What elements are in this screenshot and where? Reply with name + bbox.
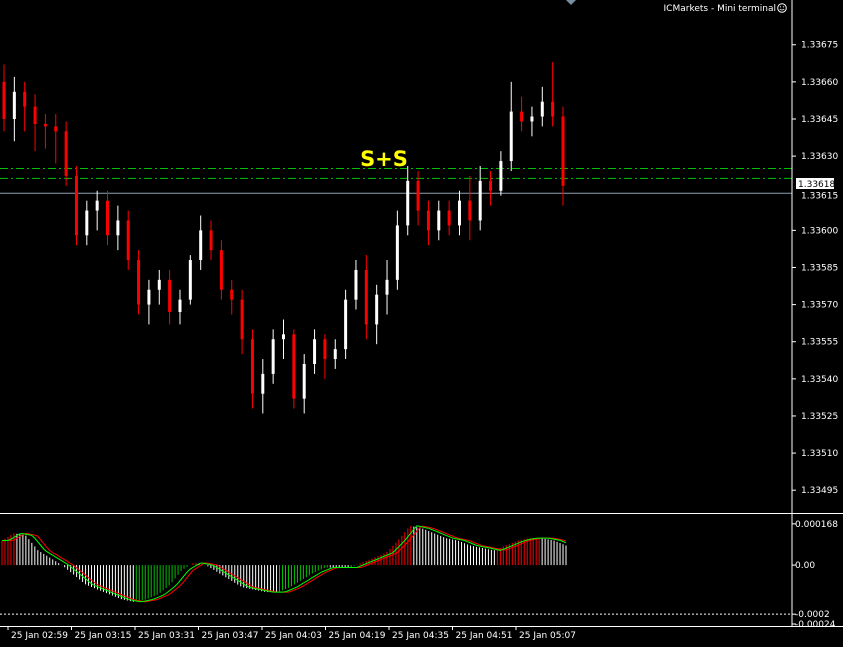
osc-y-tick-label: -0.00024: [795, 620, 836, 630]
candle[interactable]: [12, 76, 16, 142]
x-tick-label: 25 Jan 04:51: [456, 631, 513, 641]
smiley-icon[interactable]: [777, 3, 787, 13]
oscillator-panel[interactable]: [0, 525, 792, 615]
chart-canvas[interactable]: 1.33675 1.33660 1.33645 1.33630 1.33600 1.335…: [0, 0, 843, 647]
candle[interactable]: [240, 289, 244, 355]
candle[interactable]: [23, 81, 27, 132]
axes: 1.33675 1.33660 1.33645 1.33630 1.33600 1.335…: [0, 0, 843, 641]
candle[interactable]: [54, 114, 58, 164]
price-chart-area[interactable]: [0, 62, 792, 414]
candle[interactable]: [33, 94, 37, 152]
candle[interactable]: [426, 200, 430, 246]
x-tick-label: 25 Jan 02:59: [11, 631, 68, 641]
candle[interactable]: [437, 200, 441, 241]
last-price-value: 1.33618: [798, 180, 835, 190]
candle[interactable]: [292, 329, 296, 409]
x-tick-label: 25 Jan 03:15: [75, 631, 132, 641]
y-tick-label: 1.33510: [801, 449, 838, 459]
candle[interactable]: [188, 255, 192, 305]
candle[interactable]: [106, 190, 110, 246]
bid-line-label: 1.33615: [801, 192, 838, 202]
osc-y-tick-label: -0.0002: [795, 610, 830, 620]
candle[interactable]: [561, 106, 565, 206]
candle[interactable]: [271, 329, 275, 384]
candle[interactable]: [364, 255, 368, 340]
candle[interactable]: [457, 190, 461, 236]
candle[interactable]: [333, 339, 337, 369]
candle[interactable]: [116, 205, 120, 251]
candle[interactable]: [85, 200, 89, 246]
y-tick-label: 1.33630: [801, 152, 838, 162]
candle[interactable]: [447, 200, 451, 236]
candle[interactable]: [416, 170, 420, 226]
candle[interactable]: [540, 86, 544, 127]
scroll-marker-icon[interactable]: [566, 0, 576, 5]
candle[interactable]: [230, 279, 234, 315]
osc-y-tick-label: 0.000168: [795, 520, 838, 530]
y-tick-label: 1.33540: [801, 375, 838, 385]
candle[interactable]: [344, 289, 348, 360]
y-tick-label: 1.33645: [801, 115, 838, 125]
candle[interactable]: [126, 210, 130, 270]
y-tick-label: 1.33660: [801, 78, 838, 88]
terminal-label: ICMarkets - Mini terminal: [664, 4, 776, 14]
y-tick-label: 1.33585: [801, 263, 838, 273]
x-tick-label: 25 Jan 03:47: [202, 631, 259, 641]
candle[interactable]: [137, 250, 141, 315]
osc-signal-line-green: [2, 525, 567, 603]
y-tick-label: 1.33555: [801, 338, 838, 348]
candle[interactable]: [520, 96, 524, 132]
candle[interactable]: [323, 334, 327, 379]
candle[interactable]: [302, 354, 306, 414]
osc-y-tick-label: 0.00: [795, 561, 815, 571]
candle[interactable]: [250, 329, 254, 409]
y-tick-label: 1.33525: [801, 412, 838, 422]
candle[interactable]: [178, 289, 182, 325]
x-tick-label: 25 Jan 05:07: [519, 631, 576, 641]
y-tick-label: 1.33675: [801, 41, 838, 51]
candle[interactable]: [395, 210, 399, 290]
candle[interactable]: [209, 220, 213, 261]
candle[interactable]: [468, 175, 472, 241]
x-tick-label: 25 Jan 04:35: [392, 631, 449, 641]
candle[interactable]: [64, 121, 68, 186]
signal-annotation: S+S: [360, 147, 408, 171]
osc-signal-line-red: [2, 525, 567, 603]
x-tick-label: 25 Jan 04:03: [265, 631, 322, 641]
candle[interactable]: [147, 279, 151, 325]
candle[interactable]: [168, 269, 172, 325]
candle[interactable]: [354, 260, 358, 310]
y-tick-label: 1.33495: [801, 486, 838, 496]
candle[interactable]: [489, 170, 493, 206]
candle[interactable]: [375, 284, 379, 345]
candle[interactable]: [43, 114, 47, 149]
x-tick-label: 25 Jan 03:31: [138, 631, 195, 641]
x-tick-label: 25 Jan 04:19: [329, 631, 386, 641]
candle[interactable]: [74, 166, 78, 246]
candle[interactable]: [499, 151, 503, 196]
candle[interactable]: [385, 260, 389, 315]
candle[interactable]: [551, 62, 555, 127]
candle[interactable]: [95, 190, 99, 231]
candle[interactable]: [261, 359, 265, 414]
candle[interactable]: [219, 240, 223, 300]
candle[interactable]: [157, 269, 161, 305]
candle[interactable]: [282, 319, 285, 360]
candle[interactable]: [2, 64, 6, 132]
candle[interactable]: [530, 106, 534, 137]
candle[interactable]: [199, 215, 203, 270]
candle[interactable]: [509, 81, 513, 171]
candle[interactable]: [313, 329, 317, 374]
y-tick-label: 1.33600: [801, 226, 838, 236]
candle[interactable]: [406, 166, 410, 236]
y-tick-label: 1.33570: [801, 301, 838, 311]
candle[interactable]: [478, 166, 482, 231]
